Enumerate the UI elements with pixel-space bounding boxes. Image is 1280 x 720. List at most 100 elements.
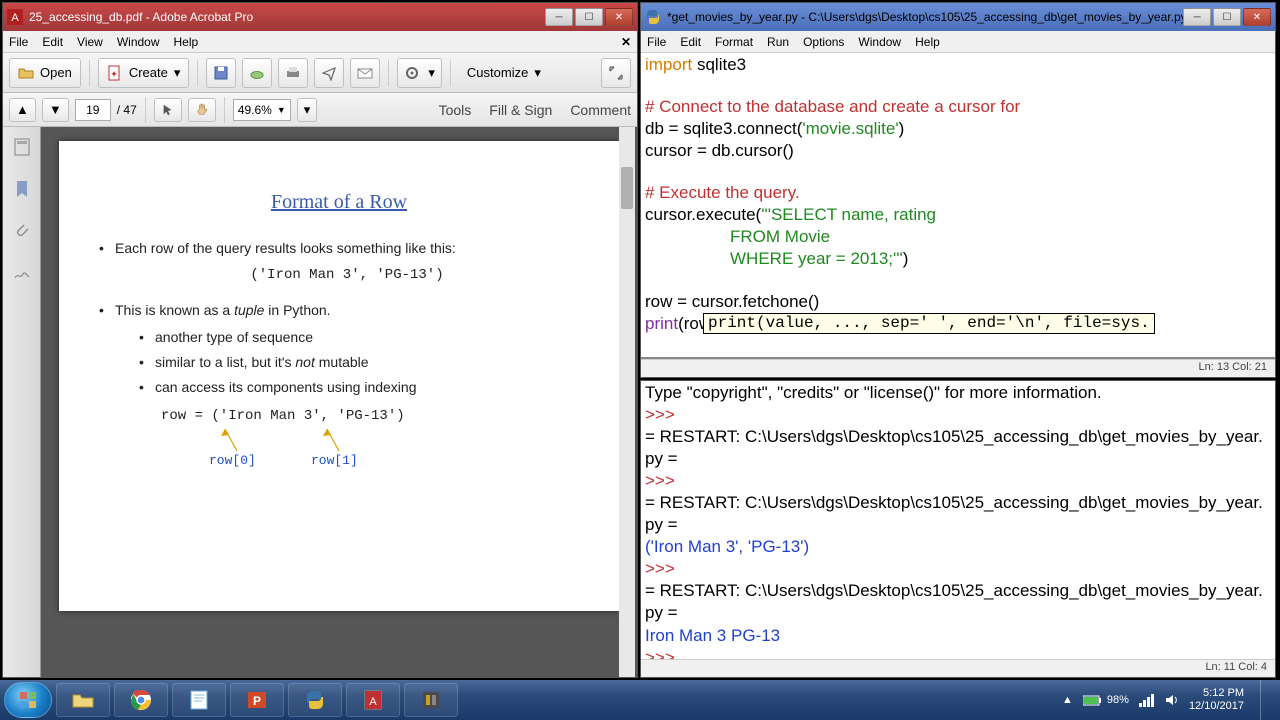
system-tray: ▲ 98% 5:12 PM 12/10/2017 (1062, 680, 1276, 720)
taskbar-app[interactable] (404, 683, 458, 717)
code-sample-1: ('Iron Man 3', 'PG-13') (115, 265, 579, 286)
svg-text:✦: ✦ (110, 69, 118, 79)
cloud-button[interactable] (242, 58, 272, 88)
close-button[interactable]: ✕ (1243, 8, 1271, 26)
zoom-select[interactable]: 49.6%▼ (233, 99, 291, 121)
taskbar-powerpoint[interactable]: P (230, 683, 284, 717)
maximize-button[interactable]: ☐ (575, 8, 603, 26)
idle-editor-window: *get_movies_by_year.py - C:\Users\dgs\De… (640, 2, 1276, 378)
taskbar-idle[interactable] (288, 683, 342, 717)
idle-editor-title: *get_movies_by_year.py - C:\Users\dgs\De… (667, 10, 1183, 24)
idle-shell-window: Type "copyright", "credits" or "license(… (640, 380, 1276, 678)
save-icon (213, 65, 229, 81)
acrobat-sidebar (3, 127, 41, 677)
taskbar: P A ▲ 98% 5:12 PM 12/10/2017 (0, 680, 1280, 720)
menu-view[interactable]: View (77, 35, 103, 49)
customize-button[interactable]: Customize ▾ (459, 58, 549, 88)
menu-format[interactable]: Format (715, 35, 753, 49)
gear-icon (404, 65, 420, 81)
code-sample-2: row = ('Iron Man 3', 'PG-13') (161, 406, 579, 427)
share-button[interactable] (314, 58, 344, 88)
taskbar-acrobat[interactable]: A (346, 683, 400, 717)
shell-status-bar: Ln: 11 Col: 4 (641, 659, 1275, 677)
svg-text:A: A (11, 12, 19, 24)
settings-button[interactable]: ▾ (397, 58, 442, 88)
acrobat-titlebar[interactable]: A 25_accessing_db.pdf - Adobe Acrobat Pr… (3, 3, 637, 31)
subbullet-2: similar to a list, but it's not mutable (139, 352, 579, 373)
pdf-page: Format of a Row Each row of the query re… (59, 141, 619, 611)
menu-window[interactable]: Window (117, 35, 160, 49)
taskbar-notepad[interactable] (172, 683, 226, 717)
volume-icon[interactable] (1165, 693, 1179, 707)
minimize-button[interactable]: ─ (545, 8, 573, 26)
menu-help[interactable]: Help (174, 35, 199, 49)
menu-edit[interactable]: Edit (42, 35, 63, 49)
acrobat-menubar: File Edit View Window Help ✕ (3, 31, 637, 53)
acrobat-title: 25_accessing_db.pdf - Adobe Acrobat Pro (29, 10, 545, 24)
editor-status-bar: Ln: 13 Col: 21 (641, 359, 1275, 377)
subbullet-3: can access its components using indexing (139, 377, 579, 398)
clock[interactable]: 5:12 PM 12/10/2017 (1189, 687, 1244, 712)
open-button[interactable]: Open (9, 58, 81, 88)
scrollbar-thumb[interactable] (621, 167, 633, 209)
taskbar-chrome[interactable] (114, 683, 168, 717)
code-editor[interactable]: import sqlite3 # Connect to the database… (641, 53, 1275, 359)
zoom-dropdown-button[interactable]: ▾ (297, 98, 318, 122)
acrobat-icon: A (7, 9, 23, 25)
comment-panel-tab[interactable]: Comment (570, 102, 631, 118)
menu-options[interactable]: Options (803, 35, 844, 49)
show-desktop-button[interactable] (1260, 680, 1270, 720)
taskbar-explorer[interactable] (56, 683, 110, 717)
menu-help[interactable]: Help (915, 35, 940, 49)
minimize-button[interactable]: ─ (1183, 8, 1211, 26)
shell-output[interactable]: Type "copyright", "credits" or "license(… (641, 381, 1275, 659)
envelope-icon (357, 65, 373, 81)
svg-text:A: A (369, 696, 377, 708)
tools-panel-tab[interactable]: Tools (439, 102, 472, 118)
acrobat-toolbar: Open ✦ Create ▾ ▾ Customize ▾ (3, 53, 637, 93)
page-up-button[interactable]: ▲ (9, 98, 36, 122)
idle-editor-menubar: File Edit Format Run Options Window Help (641, 31, 1275, 53)
create-icon: ✦ (107, 65, 123, 81)
print-button[interactable] (278, 58, 308, 88)
create-button[interactable]: ✦ Create ▾ (98, 58, 190, 88)
idle-editor-titlebar[interactable]: *get_movies_by_year.py - C:\Users\dgs\De… (641, 3, 1275, 31)
fill-sign-panel-tab[interactable]: Fill & Sign (489, 102, 552, 118)
document-close-button[interactable]: ✕ (621, 35, 631, 49)
attachment-icon[interactable] (12, 221, 32, 241)
page-down-button[interactable]: ▼ (42, 98, 69, 122)
bookmark-icon[interactable] (12, 179, 32, 199)
start-button[interactable] (4, 682, 52, 718)
acrobat-body: Format of a Row Each row of the query re… (3, 127, 637, 677)
chevron-down-icon: ▾ (428, 65, 435, 81)
page-viewport[interactable]: Format of a Row Each row of the query re… (41, 127, 637, 677)
menu-file[interactable]: File (647, 35, 666, 49)
tray-up-icon[interactable]: ▲ (1062, 694, 1073, 706)
slide-title: Format of a Row (99, 191, 579, 214)
page-total-label: / 47 (117, 103, 137, 117)
close-button[interactable]: ✕ (605, 8, 633, 26)
hand-tool-button[interactable] (188, 98, 216, 122)
network-icon[interactable] (1139, 693, 1155, 707)
battery-indicator[interactable]: 98% (1083, 694, 1129, 706)
signature-icon[interactable] (12, 263, 32, 283)
svg-text:P: P (253, 694, 261, 708)
index-label-0: row[0] (209, 451, 256, 471)
menu-edit[interactable]: Edit (680, 35, 701, 49)
page-number-input[interactable] (75, 99, 111, 121)
menu-file[interactable]: File (9, 35, 28, 49)
maximize-button[interactable]: ☐ (1213, 8, 1241, 26)
menu-run[interactable]: Run (767, 35, 789, 49)
menu-window[interactable]: Window (858, 35, 901, 49)
thumbnails-icon[interactable] (12, 137, 32, 157)
acrobat-navbar: ▲ ▼ / 47 49.6%▼ ▾ Tools Fill & Sign Comm… (3, 93, 637, 127)
index-label-1: row[1] (311, 451, 358, 471)
chevron-down-icon: ▾ (174, 65, 181, 81)
printer-icon (285, 65, 301, 81)
expand-button[interactable] (601, 58, 631, 88)
vertical-scrollbar[interactable] (619, 127, 635, 677)
cloud-icon (249, 65, 265, 81)
select-tool-button[interactable] (154, 98, 182, 122)
email-button[interactable] (350, 58, 380, 88)
save-button[interactable] (206, 58, 236, 88)
